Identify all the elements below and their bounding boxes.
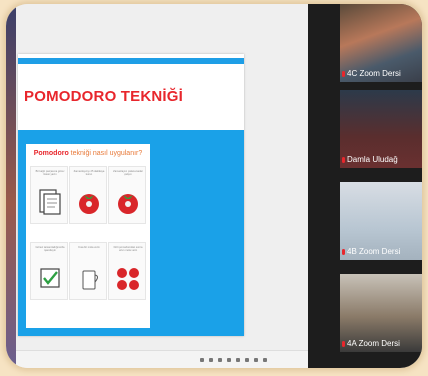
participants-panel: 4C Zoom Dersi Damla Uludağ 4B Zoom Dersi… bbox=[308, 4, 422, 368]
toolbar-icon[interactable] bbox=[227, 358, 231, 362]
checkmark-icon bbox=[40, 268, 60, 288]
step-text: Dört pomodorodan sonra uzun mola verin bbox=[113, 246, 143, 253]
step-text: Görevi tamamladığınızda işaretleyin bbox=[35, 246, 65, 253]
step-text: Zamanlayıcı çalana kadar çalışın bbox=[113, 170, 143, 177]
toolbar-icon[interactable] bbox=[236, 358, 240, 362]
coffee-cup-icon bbox=[82, 270, 98, 290]
step-cell-5: Kısa bir mola verin bbox=[69, 242, 107, 300]
card-title: Pomodoro tekniği nasıl uygulanır? bbox=[26, 150, 150, 157]
participant-tile[interactable]: 4B Zoom Dersi bbox=[340, 182, 422, 260]
slide-title: POMODORO TEKNİĞİ bbox=[24, 88, 184, 105]
tomato-timer-icon bbox=[79, 194, 99, 214]
background-video-strip bbox=[6, 4, 16, 368]
step-cell-2: Zamanlayıcıyı 25 dakikaya kurun bbox=[69, 166, 107, 224]
step-cell-1: Bir kağıt parçasına görev listesi yazın bbox=[30, 166, 68, 224]
participant-tile[interactable]: Damla Uludağ bbox=[340, 90, 422, 168]
toolbar-icon[interactable] bbox=[254, 358, 258, 362]
mic-muted-icon bbox=[342, 70, 345, 77]
participant-name: 4B Zoom Dersi bbox=[347, 247, 401, 256]
presentation-slide: POMODORO TEKNİĞİ Pomodoro tekniği nasıl … bbox=[18, 54, 244, 336]
slide-accent-bar bbox=[18, 58, 244, 64]
participant-tile[interactable]: 4C Zoom Dersi bbox=[340, 4, 422, 82]
participant-label: 4B Zoom Dersi bbox=[342, 247, 400, 256]
tomatoes-icon bbox=[117, 268, 139, 290]
toolbar-icon[interactable] bbox=[209, 358, 213, 362]
slide-blue-panel: Pomodoro tekniği nasıl uygulanır? Bir ka… bbox=[18, 130, 244, 336]
toolbar-icon[interactable] bbox=[218, 358, 222, 362]
step-text: Zamanlayıcıyı 25 dakikaya kurun bbox=[73, 170, 105, 177]
step-cell-6: Dört pomodorodan sonra uzun mola verin bbox=[108, 242, 146, 300]
step-cell-3: Zamanlayıcı çalana kadar çalışın bbox=[108, 166, 146, 224]
participant-name: Damla Uludağ bbox=[347, 155, 398, 164]
shared-screen: POMODORO TEKNİĞİ Pomodoro tekniği nasıl … bbox=[16, 4, 316, 368]
card-title-highlight: Pomodoro bbox=[33, 150, 69, 157]
step-cell-4: Görevi tamamladığınızda işaretleyin bbox=[30, 242, 68, 300]
toolbar-icon[interactable] bbox=[200, 358, 204, 362]
participant-name: 4C Zoom Dersi bbox=[347, 69, 401, 78]
tomato-timer-icon bbox=[118, 194, 138, 214]
mic-muted-icon bbox=[342, 248, 345, 255]
mic-muted-icon bbox=[342, 340, 345, 347]
participant-name: 4A Zoom Dersi bbox=[347, 339, 400, 348]
participant-label: Damla Uludağ bbox=[342, 155, 398, 164]
step-text: Kısa bir mola verin bbox=[78, 246, 100, 249]
bottom-toolbar bbox=[16, 350, 308, 368]
card-title-rest: tekniği nasıl uygulanır? bbox=[68, 150, 143, 157]
toolbar-icon[interactable] bbox=[245, 358, 249, 362]
participant-label: 4C Zoom Dersi bbox=[342, 69, 401, 78]
participant-label: 4A Zoom Dersi bbox=[342, 339, 400, 348]
step-text: Bir kağıt parçasına görev listesi yazın bbox=[35, 170, 65, 177]
document-icon bbox=[39, 189, 61, 215]
mic-muted-icon bbox=[342, 156, 345, 163]
toolbar-icon[interactable] bbox=[263, 358, 267, 362]
pomodoro-steps-card: Pomodoro tekniği nasıl uygulanır? Bir ka… bbox=[26, 144, 150, 328]
app-window: POMODORO TEKNİĞİ Pomodoro tekniği nasıl … bbox=[6, 4, 422, 368]
participant-tile[interactable]: 4A Zoom Dersi bbox=[340, 274, 422, 352]
